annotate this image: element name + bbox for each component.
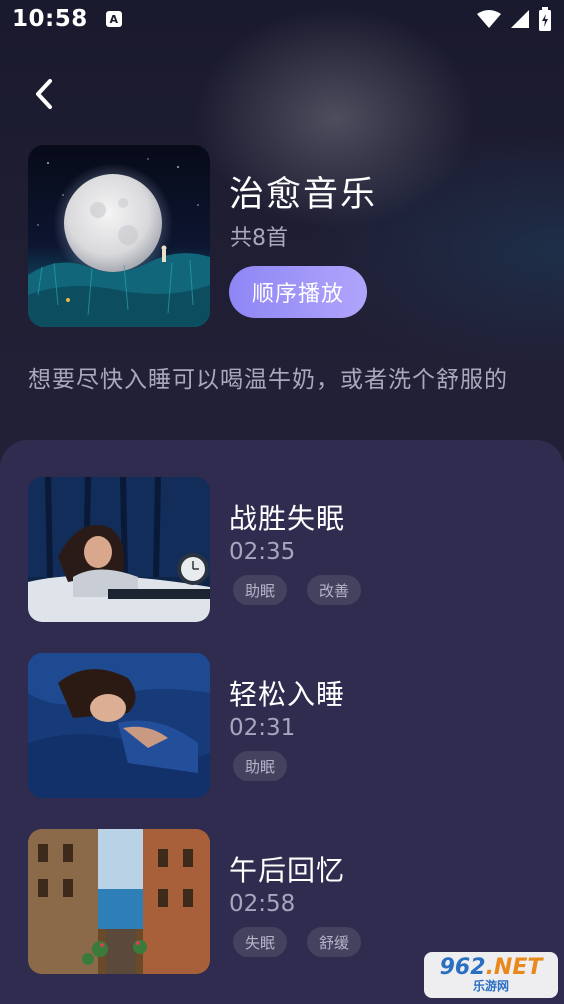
back-button[interactable] bbox=[24, 72, 64, 116]
sleeping-woman-image bbox=[28, 653, 210, 798]
tag-badge: 改善 bbox=[307, 575, 362, 605]
track-title: 战胜失眠 bbox=[229, 502, 346, 535]
sequential-play-button[interactable]: 顺序播放 bbox=[229, 266, 367, 318]
tag-badge: 助眠 bbox=[233, 575, 288, 605]
playlist-description: 想要尽快入睡可以喝温牛奶，或者洗个舒服的 bbox=[28, 367, 508, 393]
status-icons bbox=[476, 7, 552, 31]
track-duration: 02:58 bbox=[229, 891, 296, 917]
track-tags: 助眠 bbox=[233, 751, 288, 781]
track-duration: 02:31 bbox=[229, 715, 296, 741]
moon-night-image bbox=[28, 158, 210, 327]
track-title: 午后回忆 bbox=[229, 854, 346, 887]
watermark-brand-number: 962 bbox=[439, 955, 486, 980]
site-watermark-logo: 962.NET 乐游网 bbox=[424, 952, 558, 998]
chevron-left-icon bbox=[36, 79, 52, 109]
track-count: 共8首 bbox=[230, 226, 288, 251]
track-tags: 助眠 改善 bbox=[233, 575, 362, 605]
track-list-panel: 战胜失眠 02:35 助眠 改善 轻松入睡 02:31 助眠 午后回忆 02:5… bbox=[0, 440, 564, 1004]
status-bar: 10:58 A bbox=[0, 0, 564, 38]
old-town-street-image bbox=[28, 829, 210, 974]
signal-icon bbox=[511, 10, 529, 28]
wifi-icon bbox=[477, 10, 501, 28]
album-cover bbox=[28, 145, 210, 327]
tag-badge: 失眠 bbox=[233, 927, 288, 957]
track-item[interactable]: 战胜失眠 02:35 助眠 改善 bbox=[28, 477, 538, 622]
track-item[interactable]: 轻松入睡 02:31 助眠 bbox=[28, 653, 538, 798]
tag-badge: 舒缓 bbox=[307, 927, 362, 957]
track-duration: 02:35 bbox=[229, 539, 296, 565]
tag-badge: 助眠 bbox=[233, 751, 288, 781]
track-thumbnail bbox=[28, 477, 210, 622]
watermark-brand-suffix: .NET bbox=[485, 955, 543, 980]
battery-icon bbox=[539, 7, 551, 31]
track-title: 轻松入睡 bbox=[229, 678, 346, 711]
track-thumbnail bbox=[28, 829, 210, 974]
playlist-title: 治愈音乐 bbox=[229, 175, 378, 215]
notification-icon: A bbox=[105, 11, 122, 27]
track-tags: 失眠 舒缓 bbox=[233, 927, 362, 957]
insomnia-image bbox=[28, 477, 210, 622]
status-time: 10:58 bbox=[12, 6, 88, 32]
track-thumbnail bbox=[28, 653, 210, 798]
watermark-subtitle: 乐游网 bbox=[472, 979, 509, 993]
